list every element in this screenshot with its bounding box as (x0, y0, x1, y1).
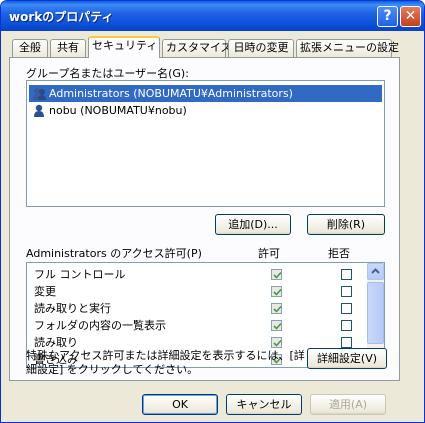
security-tab-panel: グループ名またはユーザー名(G): Administrators (NOBUMA… (9, 57, 400, 381)
cancel-button[interactable]: キャンセル (226, 394, 302, 415)
permission-label: Administrators のアクセス許可(P) (26, 247, 202, 260)
group-icon (33, 88, 46, 100)
permission-name: フォルダの内容の一覧表示 (34, 319, 166, 332)
tab-general[interactable]: 全般 (12, 39, 48, 57)
ok-button[interactable]: OK (142, 394, 218, 415)
permission-name: フル コントロール (34, 268, 126, 281)
tab-extended-menu[interactable]: 拡張メニューの設定 (296, 39, 399, 57)
deny-header: 拒否 (328, 247, 350, 260)
deny-checkbox[interactable] (341, 303, 352, 314)
advanced-button[interactable]: 詳細設定(V) (307, 348, 387, 369)
allow-checkbox[interactable] (271, 286, 282, 297)
deny-checkbox[interactable] (341, 269, 352, 280)
deny-checkbox[interactable] (341, 337, 352, 348)
allow-header: 許可 (258, 247, 280, 260)
apply-button[interactable]: 適用(A) (310, 394, 386, 415)
title-bar[interactable]: workのプロパティ ? ✕ (1, 1, 424, 31)
permission-name: 変更 (34, 285, 56, 298)
permission-row: フォルダの内容の一覧表示 (27, 317, 367, 334)
user-name: nobu (NOBUMATU¥nobu) (49, 104, 187, 117)
dialog-body: 全般 共有 セキュリティ カスタマイズ 日時の変更 拡張メニューの設定 グループ… (4, 31, 421, 421)
allow-checkbox[interactable] (271, 303, 282, 314)
user-list-item-administrators[interactable]: Administrators (NOBUMATU¥Administrators) (29, 85, 382, 102)
tab-security[interactable]: セキュリティ (88, 36, 160, 58)
checkmark-icon (273, 305, 282, 313)
chevron-up-icon (371, 268, 380, 274)
add-button[interactable]: 追加(D)... (215, 214, 291, 235)
permission-row: 変更 (27, 283, 367, 300)
allow-checkbox[interactable] (271, 320, 282, 331)
checkmark-icon (273, 288, 282, 296)
checkmark-icon (273, 271, 282, 279)
tab-date-change[interactable]: 日時の変更 (228, 39, 294, 57)
window-title: workのプロパティ (9, 10, 114, 24)
scroll-up-button[interactable] (367, 263, 384, 280)
tab-customize[interactable]: カスタマイズ (162, 39, 232, 57)
deny-checkbox[interactable] (341, 320, 352, 331)
group-user-label: グループ名またはユーザー名(G): (26, 67, 189, 80)
permission-row: 読み取りと実行 (27, 300, 367, 317)
permission-row: フル コントロール (27, 266, 367, 283)
allow-checkbox[interactable] (271, 269, 282, 280)
user-list[interactable]: Administrators (NOBUMATU¥Administrators)… (26, 80, 385, 207)
help-button[interactable]: ? (377, 6, 398, 27)
deny-checkbox[interactable] (341, 286, 352, 297)
advanced-note-line2: 細設定] をクリックしてください。 (26, 363, 199, 376)
checkmark-icon (273, 322, 282, 330)
user-icon (34, 104, 44, 117)
user-list-item-nobu[interactable]: nobu (NOBUMATU¥nobu) (29, 102, 187, 119)
permission-name: 読み取りと実行 (34, 302, 111, 315)
close-button[interactable]: ✕ (400, 6, 421, 27)
tab-sharing[interactable]: 共有 (50, 39, 86, 57)
remove-button[interactable]: 削除(R) (307, 214, 385, 235)
user-name: Administrators (NOBUMATU¥Administrators) (49, 87, 293, 100)
properties-dialog: workのプロパティ ? ✕ 全般 共有 セキュリティ カスタマイズ 日時の変更… (0, 0, 425, 423)
scroll-thumb[interactable] (367, 282, 384, 344)
